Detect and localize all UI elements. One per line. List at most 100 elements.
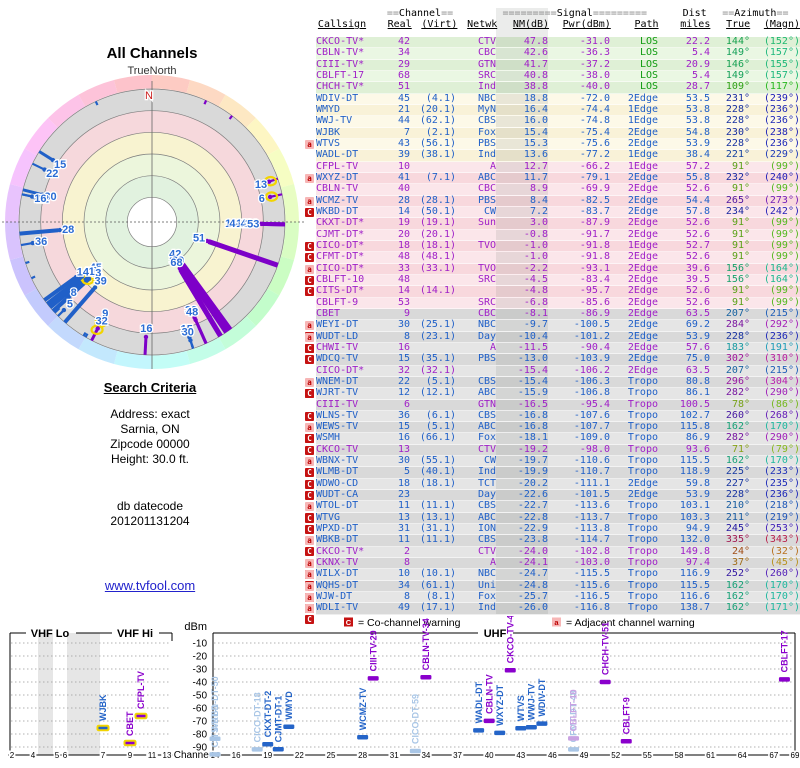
- nm-db: 3.0: [496, 217, 548, 229]
- path: Tropo: [627, 579, 658, 591]
- virtual-channel: (10.1): [419, 568, 456, 580]
- pwr-dbm: -83.7: [579, 205, 610, 217]
- search-address: Address: exact: [110, 407, 190, 421]
- spectrum-charts: -10-20-30-40-50-60-70-80-90 VHF Lo VHF H…: [8, 616, 800, 761]
- callsign: CKCO-TV*: [316, 36, 365, 47]
- network: CBC: [477, 47, 496, 59]
- real-channel: 2: [403, 545, 410, 557]
- callsign: WUDT-CA: [316, 489, 359, 501]
- path: Tropo: [627, 398, 658, 410]
- azimuth-true: 91°: [731, 183, 750, 195]
- warning-badges: aC: [296, 569, 316, 591]
- channel-tick-label: 46: [548, 751, 557, 760]
- azimuth-magnetic: (310°): [763, 353, 800, 365]
- warning-badges: C: [296, 479, 316, 490]
- azimuth-true: 162°: [725, 579, 750, 591]
- real-channel: 44: [397, 115, 410, 127]
- azimuth-true: 149°: [725, 47, 750, 59]
- dist-miles: 53.5: [685, 92, 710, 104]
- dist-miles: 116.6: [679, 591, 710, 603]
- callsign: CIII-TV: [316, 398, 359, 410]
- signal-bar-label: CBLFT-9: [621, 697, 631, 734]
- network: TVO: [477, 239, 496, 251]
- virtual-channel: [410, 48, 456, 58]
- warning-badges: aC: [296, 581, 316, 602]
- nm-db: -19.2: [496, 444, 548, 456]
- azimuth-true: 109°: [725, 81, 750, 93]
- adjacent-warning-icon: a: [305, 457, 314, 467]
- table-row: CBLN-TV 40 CBC 8.9 -69.9 2Edge 52.6 91° (99°): [296, 183, 800, 196]
- warning-badges: [296, 82, 316, 93]
- tvfool-link[interactable]: www.tvfool.com: [105, 578, 195, 593]
- radar-north-marker: N: [145, 90, 153, 102]
- nm-db: -25.7: [496, 591, 548, 603]
- search-zipcode: Zipcode 00000: [110, 437, 190, 451]
- channel-tick-label: 6: [63, 751, 68, 760]
- warning-badges: [296, 547, 316, 558]
- warning-badges: [296, 230, 316, 241]
- callsign: WBNX-TV: [316, 455, 359, 467]
- real-channel: 10: [397, 568, 410, 580]
- dist-miles: 115.8: [679, 421, 710, 433]
- path: Tropo: [627, 375, 658, 387]
- nm-db: -22.9: [496, 523, 548, 535]
- warning-badges: [296, 218, 316, 229]
- azimuth-magnetic: (191°): [763, 341, 800, 353]
- co-channel-warning-icon: C: [305, 479, 314, 489]
- azimuth-true: 296°: [725, 375, 750, 387]
- signal-bar: [473, 728, 485, 733]
- warning-badges: [296, 128, 316, 139]
- network: A: [489, 341, 496, 353]
- vhf-hi-label: VHF Hi: [117, 628, 153, 640]
- virtual-channel: (62.1): [419, 115, 456, 127]
- channel-tick-label: 43: [516, 751, 525, 760]
- channel-tick-label: 52: [611, 751, 620, 760]
- azimuth-true: 91°: [731, 296, 750, 308]
- dbm-tick-label: -10: [193, 639, 208, 650]
- pwr-dbm: -75.4: [579, 126, 610, 138]
- table-row: CIII-TV 6 GTN -16.5 -95.4 Tropo 100.5 78° (86°): [296, 398, 800, 411]
- pwr-dbm: -95.7: [579, 285, 610, 297]
- pwr-dbm: -103.9: [573, 353, 610, 365]
- dbm-tick-label: -20: [193, 652, 208, 663]
- dist-miles: 103.1: [679, 500, 710, 512]
- channel-tick-label: 61: [706, 751, 715, 760]
- path: 2Edge: [627, 262, 658, 274]
- real-channel: 31: [397, 523, 410, 535]
- callsign: CKCO-TV*: [316, 545, 365, 557]
- search-city: Sarnia, ON: [120, 422, 180, 436]
- path: LOS: [639, 81, 658, 93]
- radar-channel-label: 8: [71, 287, 77, 299]
- network: PBS: [477, 353, 496, 365]
- pwr-dbm: -111.1: [573, 477, 610, 489]
- virtual-channel: (55.1): [419, 455, 456, 467]
- warning-badges: [296, 184, 316, 195]
- virtual-channel: (13.1): [419, 511, 456, 523]
- azimuth-true: 156°: [725, 262, 750, 274]
- nm-db: 15.3: [496, 138, 548, 150]
- table-row: C CFMT-DT* 48 (48.1) -1.0 -91.8 2Edge 52.6 91° (9…: [296, 251, 800, 264]
- nm-db: 38.8: [496, 81, 548, 93]
- dist-miles: 52.6: [685, 296, 710, 308]
- real-channel: 5: [403, 466, 410, 478]
- virtual-channel: (18.1): [419, 477, 456, 489]
- pwr-dbm: -106.3: [573, 375, 610, 387]
- db-datecode-value: 201201131204: [110, 514, 190, 528]
- channel-tick-label: 31: [390, 751, 399, 760]
- warning-badges: C: [296, 411, 316, 422]
- co-channel-warning-icon: C: [305, 525, 314, 535]
- azimuth-true: 282°: [725, 432, 750, 444]
- dbm-tick-label: -80: [193, 730, 208, 741]
- azimuth-true: 302°: [725, 353, 750, 365]
- nm-db: -20.2: [496, 478, 548, 490]
- network: Ind: [477, 149, 496, 161]
- warning-badges: C: [296, 490, 316, 501]
- path: 2Edge: [627, 126, 658, 138]
- warning-badges: aC: [296, 535, 316, 557]
- azimuth-magnetic: (99°): [769, 217, 800, 229]
- co-channel-warning-icon: C: [305, 275, 314, 285]
- callsign: CJMT-DT*: [316, 228, 365, 240]
- path: Tropo: [627, 421, 658, 433]
- signal-bar: [367, 676, 379, 681]
- warning-badges: C: [296, 445, 316, 456]
